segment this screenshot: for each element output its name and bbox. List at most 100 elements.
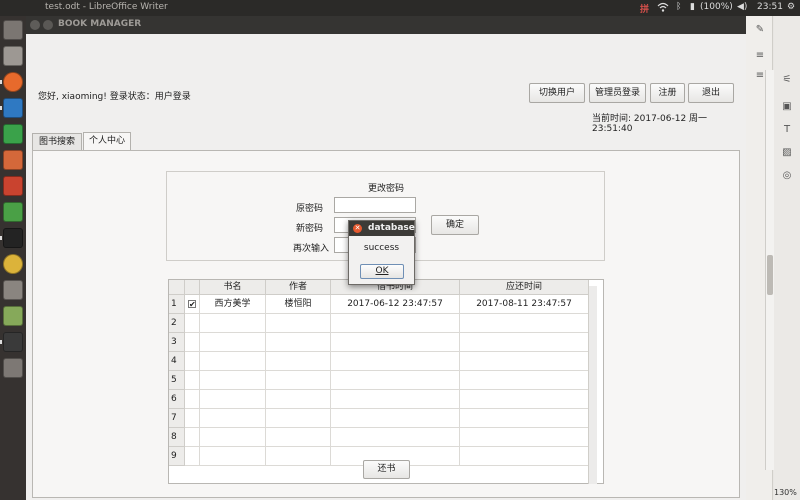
column-header-due-time[interactable]: 应还时间 — [460, 280, 589, 295]
table-cell-check[interactable] — [185, 314, 200, 333]
scrollbar-thumb[interactable] — [767, 255, 773, 295]
battery-icon[interactable]: ▮ — [690, 2, 695, 12]
table-cell-title[interactable] — [200, 371, 266, 390]
return-book-button[interactable]: 还书 — [363, 460, 410, 479]
table-vertical-scrollbar[interactable] — [588, 286, 597, 484]
table-cell-borrow-time[interactable] — [331, 314, 460, 333]
align-left-icon[interactable]: ≡ — [754, 50, 766, 62]
wifi-icon[interactable] — [657, 2, 669, 15]
table-cell-author[interactable] — [266, 333, 331, 352]
table-cell-due-time[interactable] — [460, 371, 589, 390]
table-cell-author[interactable] — [266, 371, 331, 390]
table-cell-borrow-time[interactable] — [331, 333, 460, 352]
terminal-icon[interactable] — [3, 332, 23, 352]
table-cell-author[interactable] — [266, 352, 331, 371]
table-cell-check[interactable] — [185, 428, 200, 447]
table-cell-borrow-time[interactable] — [331, 428, 460, 447]
table-cell-borrow-time[interactable] — [331, 390, 460, 409]
input-method-icon[interactable]: 拼 — [640, 2, 649, 15]
brush-icon[interactable]: ✎ — [754, 24, 766, 36]
firefox-icon[interactable] — [3, 72, 23, 92]
table-cell-author[interactable] — [266, 314, 331, 333]
row-checkbox[interactable]: ✔ — [188, 300, 196, 309]
zoom-level[interactable]: 130% — [774, 488, 797, 497]
confirm-button[interactable]: 确定 — [431, 215, 479, 235]
table-cell-borrow-time[interactable] — [331, 371, 460, 390]
table-cell-check[interactable] — [185, 352, 200, 371]
table-cell-due-time[interactable] — [460, 352, 589, 371]
dialog-close-icon[interactable]: ✕ — [353, 224, 362, 233]
navigator-icon[interactable]: ◎ — [781, 170, 793, 182]
row-header: 7 — [169, 409, 185, 428]
register-button[interactable]: 注册 — [650, 83, 685, 103]
table-cell-title[interactable]: 西方美学 — [200, 295, 266, 314]
clion-icon[interactable] — [3, 228, 23, 248]
table-cell-check[interactable] — [185, 447, 200, 466]
table-cell-check[interactable] — [185, 333, 200, 352]
table-cell-author[interactable] — [266, 428, 331, 447]
files-icon[interactable] — [3, 46, 23, 66]
document-vertical-scrollbar[interactable] — [765, 70, 774, 470]
window-minimize-button[interactable] — [43, 20, 53, 30]
running-indicator — [0, 340, 2, 344]
table-cell-check[interactable] — [185, 409, 200, 428]
old-password-input[interactable] — [334, 197, 416, 213]
table-cell-author[interactable] — [266, 390, 331, 409]
column-header-title[interactable]: 书名 — [200, 280, 266, 295]
window-close-button[interactable] — [30, 20, 40, 30]
table-cell-check[interactable]: ✔ — [185, 295, 200, 314]
table-cell-title[interactable] — [200, 447, 266, 466]
old-password-label: 原密码 — [296, 204, 324, 214]
impress-icon[interactable] — [3, 150, 23, 170]
table-cell-borrow-time[interactable] — [331, 352, 460, 371]
tab-personal-center[interactable]: 个人中心 — [83, 132, 131, 150]
table-cell-title[interactable] — [200, 333, 266, 352]
admin-login-button[interactable]: 管理员登录 — [589, 83, 646, 103]
table-cell-author[interactable] — [266, 447, 331, 466]
android-icon[interactable] — [3, 306, 23, 326]
table-cell-title[interactable] — [200, 390, 266, 409]
dialog-message: success — [363, 243, 400, 253]
properties-icon[interactable]: ⚟ — [781, 74, 793, 86]
table-cell-due-time[interactable] — [460, 409, 589, 428]
styles-icon[interactable]: T — [781, 124, 793, 136]
table-cell-author[interactable] — [266, 409, 331, 428]
table-cell-borrow-time[interactable]: 2017-06-12 23:47:57 — [331, 295, 460, 314]
settings-icon[interactable] — [3, 280, 23, 300]
calc-icon[interactable] — [3, 124, 23, 144]
dialog-ok-button[interactable]: OK — [360, 264, 404, 279]
column-header-author[interactable]: 作者 — [266, 280, 331, 295]
bluetooth-icon[interactable]: ᛒ — [676, 2, 681, 12]
borrowed-books-table: 书名 作者 借书时间 应还时间 1 ✔ 西方美学 楼恒阳 2017-06-12 … — [168, 279, 604, 484]
table-cell-title[interactable] — [200, 314, 266, 333]
table-cell-title[interactable] — [200, 428, 266, 447]
table-cell-check[interactable] — [185, 371, 200, 390]
table-cell-due-time[interactable] — [460, 447, 589, 466]
volume-icon[interactable]: ◀) — [737, 2, 747, 12]
table-cell-author[interactable]: 楼恒阳 — [266, 295, 331, 314]
table-cell-due-time[interactable] — [460, 390, 589, 409]
writer-icon[interactable] — [3, 98, 23, 118]
table-cell-check[interactable] — [185, 390, 200, 409]
page-icon[interactable]: ▣ — [781, 101, 793, 113]
table-cell-title[interactable] — [200, 409, 266, 428]
tab-book-search[interactable]: 图书搜索 — [32, 133, 82, 150]
chrome-icon[interactable] — [3, 254, 23, 274]
terminal-icon[interactable] — [3, 202, 23, 222]
dash-icon[interactable] — [3, 20, 23, 40]
table-cell-due-time[interactable] — [460, 333, 589, 352]
logout-button[interactable]: 退出 — [688, 83, 734, 103]
table-cell-due-time[interactable] — [460, 314, 589, 333]
table-cell-borrow-time[interactable] — [331, 409, 460, 428]
table-cell-due-time[interactable]: 2017-08-11 23:47:57 — [460, 295, 589, 314]
settings-icon[interactable]: ⚙ — [787, 2, 795, 12]
table-cell-title[interactable] — [200, 352, 266, 371]
column-header-check[interactable] — [185, 280, 200, 295]
switch-user-button[interactable]: 切换用户 — [529, 83, 585, 103]
gallery-icon[interactable]: ▨ — [781, 147, 793, 159]
software-center-icon[interactable] — [3, 176, 23, 196]
clock[interactable]: 23:51 — [757, 2, 783, 12]
new-password-label: 新密码 — [296, 224, 324, 234]
table-cell-due-time[interactable] — [460, 428, 589, 447]
workspace-icon[interactable] — [3, 358, 23, 378]
